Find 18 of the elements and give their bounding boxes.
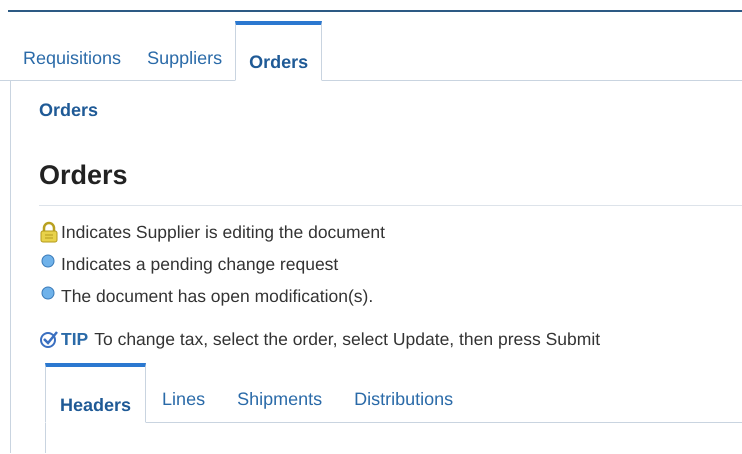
dot-icon [41, 286, 55, 300]
tab[interactable]: Distributions [338, 390, 470, 422]
tab[interactable]: Lines [146, 390, 222, 422]
legend-text: Indicates a pending change request [61, 252, 338, 276]
tab[interactable]: Suppliers [134, 49, 236, 80]
dot-icon [41, 254, 55, 268]
check-icon [39, 330, 59, 348]
breadcrumb-link[interactable]: Orders [39, 97, 742, 124]
legend-text: Indicates Supplier is editing the document [61, 220, 385, 244]
tab[interactable]: Headers [45, 363, 146, 424]
page-heading: Orders [39, 162, 129, 189]
tab[interactable]: Requisitions [10, 49, 134, 80]
tab[interactable]: Orders [235, 21, 322, 81]
tab[interactable]: Shipments [221, 390, 338, 422]
legend-text: The document has open modification(s). [61, 284, 374, 308]
tip-label: TIP [61, 328, 88, 351]
lock-icon [39, 221, 59, 243]
tip-text: To change tax, select the order, select Update, then press Submit [94, 328, 600, 351]
